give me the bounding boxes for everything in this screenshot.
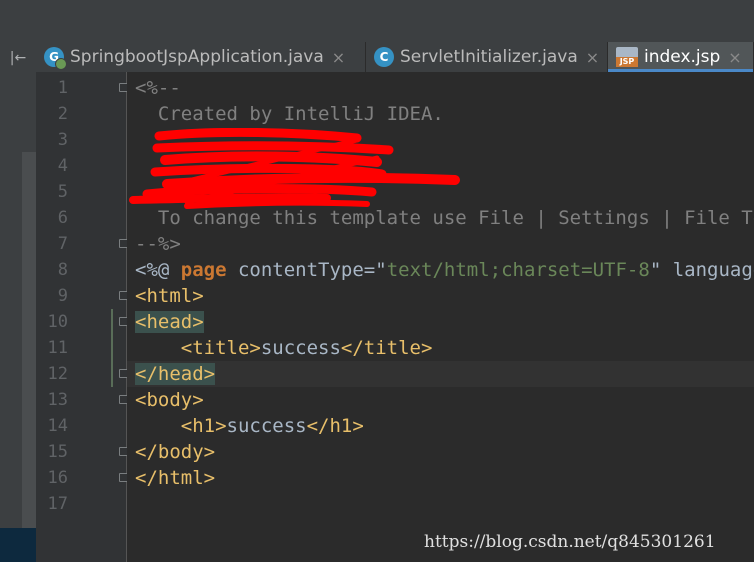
editor-tab-bar: G SpringbootJspApplication.java × C Serv… [36,0,754,72]
code-line-10: <head> [135,309,204,335]
jsp-file-icon: JSP [616,47,638,67]
line-number: 2 [57,104,68,124]
watermark-text: https://blog.csdn.net/q845301261 [424,532,716,552]
code-line-15: </body> [135,441,216,463]
tab-servlet-initializer[interactable]: C ServletInitializer.java × [366,42,608,72]
code-line-16: </html> [135,467,216,489]
vcs-change-marker[interactable] [111,309,113,387]
line-number: 5 [57,182,68,202]
line-number: 14 [47,416,68,436]
tab-label: index.jsp [644,47,721,67]
line-number: 15 [47,442,68,462]
tab-index-jsp[interactable]: JSP index.jsp × [608,42,754,72]
code-line-2: Created by IntelliJ IDEA. [135,103,444,125]
close-icon[interactable]: × [728,48,741,67]
matched-tag-highlight: </head> [135,363,216,385]
code-line-12: </head> [135,361,216,387]
line-number: 17 [47,494,68,514]
line-number-gutter: 1 2 3 4 5 6 7 8 9 10 11 12 13 14 15 16 1… [36,72,128,562]
line-number: 9 [57,286,68,306]
code-line-1: <%-- [135,77,181,99]
line-number: 1 [57,78,68,98]
line-number: 7 [57,234,68,254]
code-line-8: <%@ page contentType="text/html;charset=… [135,259,754,281]
selected-item-highlight [0,528,36,562]
code-line-11: <title>success</title> [180,337,433,359]
code-line-13: <body> [135,389,204,411]
line-number: 3 [57,130,68,150]
line-number: 8 [57,260,68,280]
code-line-7: --%> [135,233,181,255]
line-number: 10 [47,312,68,332]
close-icon[interactable]: × [332,48,345,67]
redaction-scribble [129,128,460,209]
collapse-panel-button[interactable]: |← [8,48,28,68]
spring-boot-class-icon: G [44,47,67,70]
code-line-14: <h1>success</h1> [180,415,364,437]
tab-label: ServletInitializer.java [400,47,578,67]
tab-springboot-jsp-application[interactable]: G SpringbootJspApplication.java × [36,42,366,72]
scrollbar-thumb[interactable] [22,152,36,528]
tool-window-strip: |← [0,0,37,562]
line-number: 11 [47,338,68,358]
class-icon: C [374,47,394,67]
code-editor[interactable]: <%-- Created by IntelliJ IDEA. To change… [127,72,754,562]
line-number: 6 [57,208,68,228]
code-line-9: <html> [135,285,204,307]
line-number: 16 [47,468,68,488]
matched-tag-highlight: <head> [135,311,204,333]
line-number: 4 [57,156,68,176]
caret-line-highlight [127,361,754,387]
line-number: 12 [47,364,68,384]
close-icon[interactable]: × [586,48,599,67]
tab-label: SpringbootJspApplication.java [70,47,324,67]
line-number: 13 [47,390,68,410]
